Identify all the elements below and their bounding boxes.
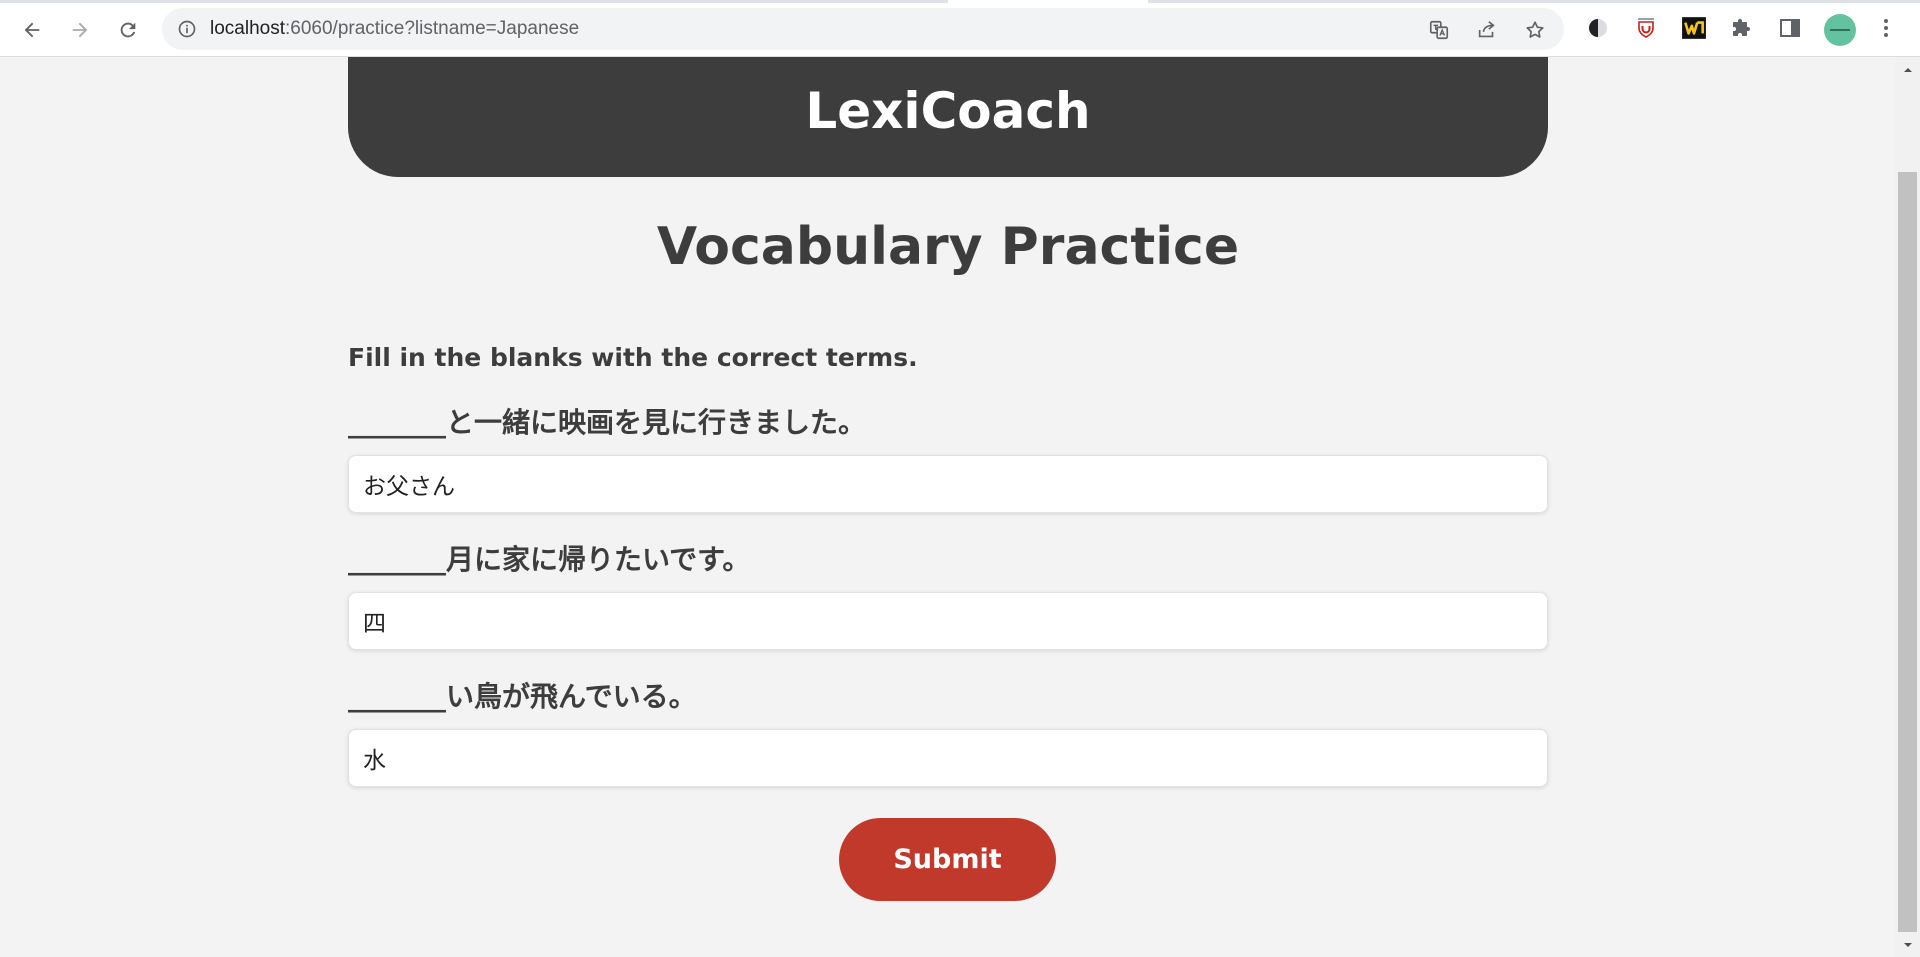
question-prompt-3: _______い鳥が飛んでいる。 (348, 680, 697, 713)
question-prompt-1: _______と一緒に映画を見に行きました。 (348, 406, 867, 439)
brand-title: LexiCoach (805, 82, 1091, 140)
url-path: :6060/practice?listname=Japanese (285, 18, 580, 39)
translate-icon[interactable] (1426, 17, 1452, 43)
back-button[interactable] (14, 12, 50, 48)
shield-extension-icon[interactable] (1632, 14, 1660, 42)
url-text[interactable]: localhost:6060/practice?listname=Japanes… (210, 18, 579, 40)
browser-toolbar: localhost:6060/practice?listname=Japanes… (0, 0, 1920, 57)
page-title: Vocabulary Practice (656, 217, 1240, 277)
share-icon[interactable] (1474, 17, 1500, 43)
answer-input-1[interactable] (348, 455, 1548, 513)
w-extension-icon[interactable] (1680, 14, 1708, 42)
instructions-text: Fill in the blanks with the correct term… (348, 343, 918, 372)
scroll-up-arrow[interactable] (1895, 57, 1920, 82)
forward-button[interactable] (62, 12, 98, 48)
puzzle-icon[interactable] (1728, 14, 1756, 42)
triangle-down-icon (1903, 942, 1912, 947)
star-icon[interactable] (1522, 17, 1548, 43)
kebab-menu-icon[interactable] (1872, 14, 1900, 42)
half-moon-icon[interactable] (1584, 14, 1612, 42)
scroll-down-arrow[interactable] (1895, 932, 1920, 957)
header-banner: LexiCoach (348, 57, 1548, 177)
info-icon[interactable] (176, 18, 198, 40)
page-content: LexiCoach Vocabulary Practice Fill in th… (0, 57, 1895, 957)
reload-button[interactable] (110, 12, 146, 48)
scrollbar-thumb[interactable] (1898, 172, 1917, 932)
arrow-right-icon (72, 22, 88, 38)
triangle-up-icon (1903, 67, 1912, 72)
active-tab-edge (948, 0, 1148, 3)
question-prompt-2: _______月に家に帰りたいです。 (348, 543, 751, 576)
address-bar[interactable]: localhost:6060/practice?listname=Japanes… (162, 8, 1564, 50)
side-panel-icon[interactable] (1776, 14, 1804, 42)
url-host: localhost (210, 18, 285, 39)
reload-icon (120, 22, 136, 38)
vertical-scrollbar[interactable] (1895, 57, 1920, 957)
arrow-left-icon (24, 22, 40, 38)
avatar-mark (1830, 29, 1850, 31)
profile-avatar[interactable] (1824, 14, 1856, 46)
answer-input-3[interactable] (348, 729, 1548, 787)
answer-input-2[interactable] (348, 592, 1548, 650)
submit-button[interactable]: Submit (839, 818, 1056, 901)
